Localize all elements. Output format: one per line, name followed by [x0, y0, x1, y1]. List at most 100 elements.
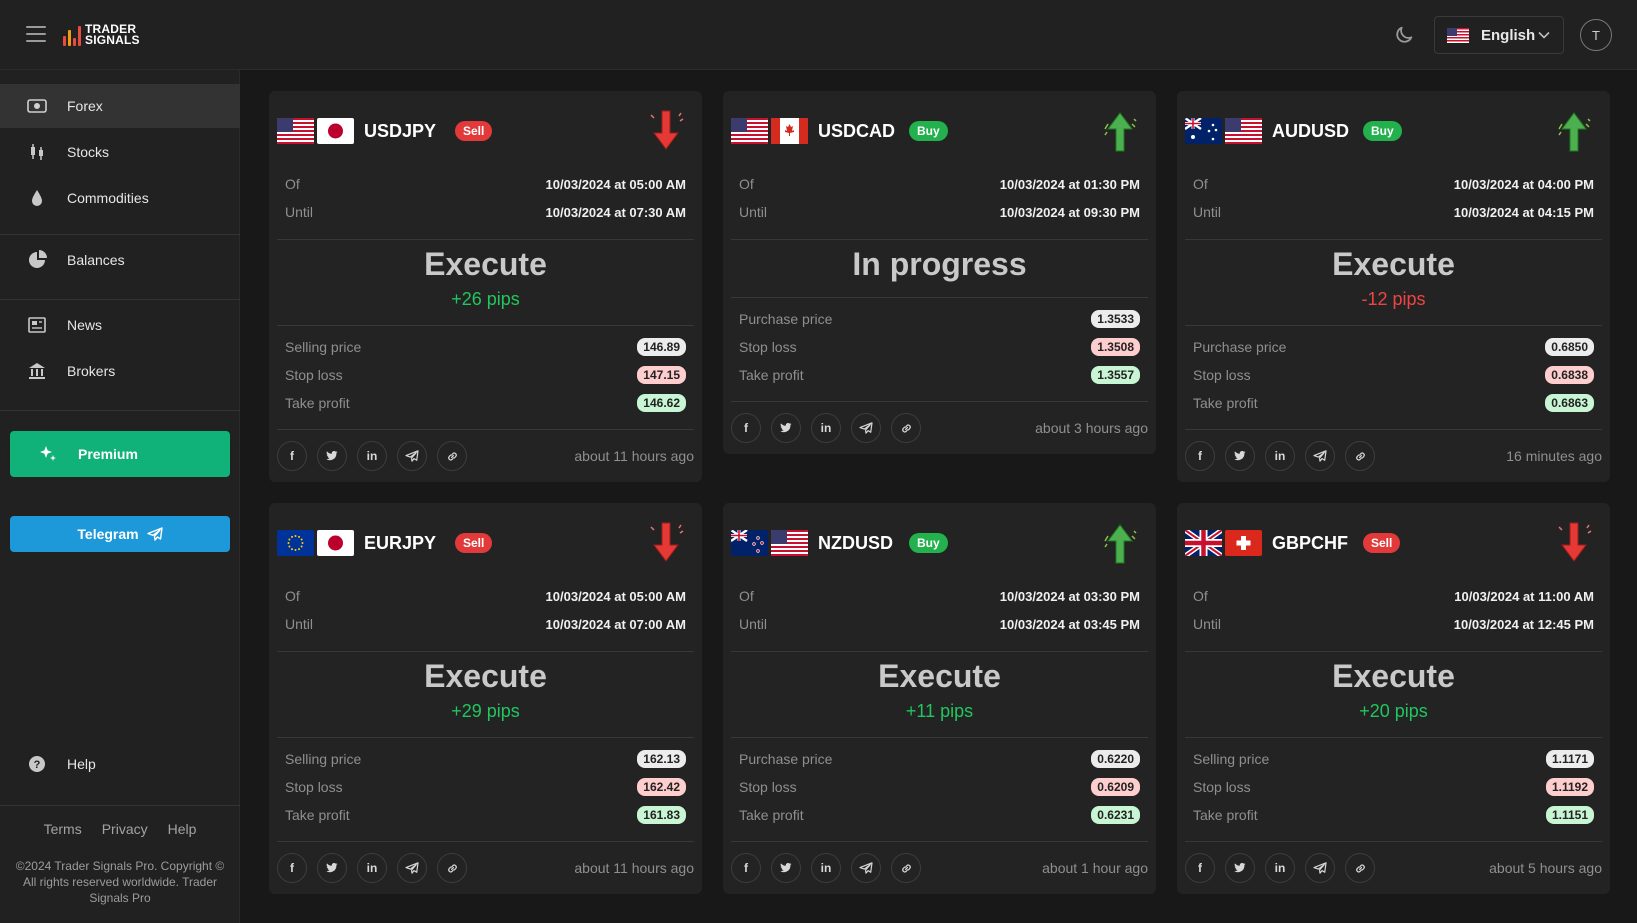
- sidebar-item-news[interactable]: News: [0, 303, 240, 347]
- copyright: ©2024 Trader Signals Pro. Copyright © Al…: [15, 859, 225, 905]
- time-ago: about 5 hours ago: [1489, 860, 1602, 876]
- link-share-button[interactable]: [437, 441, 467, 471]
- facebook-share-button[interactable]: f: [1185, 853, 1215, 883]
- signal-card[interactable]: USDJPY Sell Of 10/03/2024 at 05:00 AM Un…: [269, 91, 702, 482]
- arrow-down-icon: [646, 521, 686, 565]
- take-profit-label: Take profit: [739, 807, 804, 823]
- telegram-share-button[interactable]: [397, 441, 427, 471]
- side-badge: Sell: [1363, 533, 1401, 553]
- signal-card[interactable]: USDCAD Buy Of 10/03/2024 at 01:30 PM Unt…: [723, 91, 1156, 454]
- take-profit-label: Take profit: [285, 395, 350, 411]
- signal-header: AUDUSD Buy: [1177, 91, 1610, 171]
- side-badge: Buy: [909, 121, 948, 141]
- stop-loss-row: Stop loss 147.15: [285, 365, 686, 385]
- sidebar-item-brokers[interactable]: Brokers: [0, 349, 240, 393]
- terms-link[interactable]: Terms: [44, 821, 82, 837]
- linkedin-share-button[interactable]: in: [811, 413, 841, 443]
- sidebar-item-balances[interactable]: Balances: [0, 238, 240, 282]
- twitter-share-button[interactable]: [317, 853, 347, 883]
- signal-card[interactable]: AUDUSD Buy Of 10/03/2024 at 04:00 PM Unt…: [1177, 91, 1610, 482]
- take-profit-label: Take profit: [1193, 395, 1258, 411]
- avatar[interactable]: T: [1580, 19, 1612, 51]
- logo[interactable]: TRADER SIGNALS: [63, 22, 140, 48]
- signal-card[interactable]: NZDUSD Buy Of 10/03/2024 at 03:30 PM Unt…: [723, 503, 1156, 894]
- menu-icon[interactable]: [26, 26, 46, 42]
- telegram-share-button[interactable]: [851, 413, 881, 443]
- link-share-button[interactable]: [1345, 853, 1375, 883]
- of-label: Of: [1193, 176, 1208, 192]
- moon-icon[interactable]: [1393, 24, 1415, 46]
- time-ago: about 3 hours ago: [1035, 420, 1148, 436]
- link-share-button[interactable]: [891, 853, 921, 883]
- premium-button[interactable]: Premium: [10, 431, 230, 477]
- twitter-icon: [326, 451, 338, 461]
- link-share-button[interactable]: [1345, 441, 1375, 471]
- until-label: Until: [285, 616, 314, 632]
- until-row: Until 10/03/2024 at 07:30 AM: [285, 202, 686, 222]
- link-share-button[interactable]: [891, 413, 921, 443]
- link-icon: [900, 862, 913, 875]
- twitter-share-button[interactable]: [317, 441, 347, 471]
- divider: [1185, 651, 1602, 652]
- status-text: Execute: [1332, 246, 1455, 282]
- twitter-share-button[interactable]: [771, 413, 801, 443]
- divider: [277, 841, 694, 842]
- pie-chart-icon: [26, 249, 48, 271]
- telegram-share-button[interactable]: [1305, 441, 1335, 471]
- divider: [731, 401, 1148, 402]
- link-icon: [446, 450, 459, 463]
- help-link[interactable]: Help: [168, 821, 197, 837]
- link-icon: [900, 422, 913, 435]
- stop-loss-value: 0.6838: [1545, 366, 1594, 384]
- facebook-share-button[interactable]: f: [1185, 441, 1215, 471]
- stop-loss-row: Stop loss 0.6209: [739, 777, 1140, 797]
- telegram-share-button[interactable]: [851, 853, 881, 883]
- take-profit-value: 146.62: [637, 394, 686, 412]
- telegram-share-button[interactable]: [1305, 853, 1335, 883]
- telegram-share-button[interactable]: [397, 853, 427, 883]
- telegram-button[interactable]: Telegram: [10, 516, 230, 552]
- pair-name: AUDUSD: [1272, 121, 1350, 141]
- linkedin-share-button[interactable]: in: [1265, 853, 1295, 883]
- status-text: Execute: [1332, 658, 1455, 694]
- sidebar-item-stocks[interactable]: Stocks: [0, 130, 240, 174]
- twitter-share-button[interactable]: [1225, 853, 1255, 883]
- link-share-button[interactable]: [437, 853, 467, 883]
- privacy-link[interactable]: Privacy: [102, 821, 148, 837]
- take-profit-label: Take profit: [1193, 807, 1258, 823]
- language-selector[interactable]: English: [1434, 16, 1564, 54]
- sidebar: Forex Stocks Commodities Balances News B…: [0, 70, 240, 923]
- facebook-icon: f: [290, 861, 294, 875]
- linkedin-share-button[interactable]: in: [357, 853, 387, 883]
- until-row: Until 10/03/2024 at 12:45 PM: [1193, 614, 1594, 634]
- facebook-share-button[interactable]: f: [277, 441, 307, 471]
- linkedin-icon: in: [1274, 449, 1286, 463]
- of-row: Of 10/03/2024 at 05:00 AM: [285, 174, 686, 194]
- facebook-share-button[interactable]: f: [731, 853, 761, 883]
- stop-loss-row: Stop loss 1.3508: [739, 337, 1140, 357]
- facebook-share-button[interactable]: f: [731, 413, 761, 443]
- take-profit-value: 0.6863: [1545, 394, 1594, 412]
- side-badge: Sell: [455, 121, 493, 141]
- of-value: 10/03/2024 at 05:00 AM: [545, 176, 686, 192]
- sidebar-item-forex[interactable]: Forex: [0, 84, 240, 128]
- sidebar-item-commodities[interactable]: Commodities: [0, 176, 240, 220]
- pair-name: USDJPY: [364, 121, 437, 141]
- linkedin-share-button[interactable]: in: [811, 853, 841, 883]
- linkedin-share-button[interactable]: in: [357, 441, 387, 471]
- twitter-share-button[interactable]: [771, 853, 801, 883]
- pips-value: +29 pips: [451, 701, 520, 721]
- jp-flag-icon: [317, 118, 354, 144]
- twitter-icon: [1234, 863, 1246, 873]
- signal-card[interactable]: GBPCHF Sell Of 10/03/2024 at 11:00 AM Un…: [1177, 503, 1610, 894]
- divider: [277, 239, 694, 240]
- of-value: 10/03/2024 at 11:00 AM: [1454, 588, 1594, 604]
- signal-card[interactable]: EURJPY Sell Of 10/03/2024 at 05:00 AM Un…: [269, 503, 702, 894]
- linkedin-share-button[interactable]: in: [1265, 441, 1295, 471]
- ca-flag-icon: [771, 118, 808, 144]
- twitter-share-button[interactable]: [1225, 441, 1255, 471]
- facebook-share-button[interactable]: f: [277, 853, 307, 883]
- sidebar-item-help[interactable]: ? Help: [0, 742, 240, 786]
- until-row: Until 10/03/2024 at 09:30 PM: [739, 202, 1140, 222]
- price-row: Selling price 162.13: [285, 749, 686, 769]
